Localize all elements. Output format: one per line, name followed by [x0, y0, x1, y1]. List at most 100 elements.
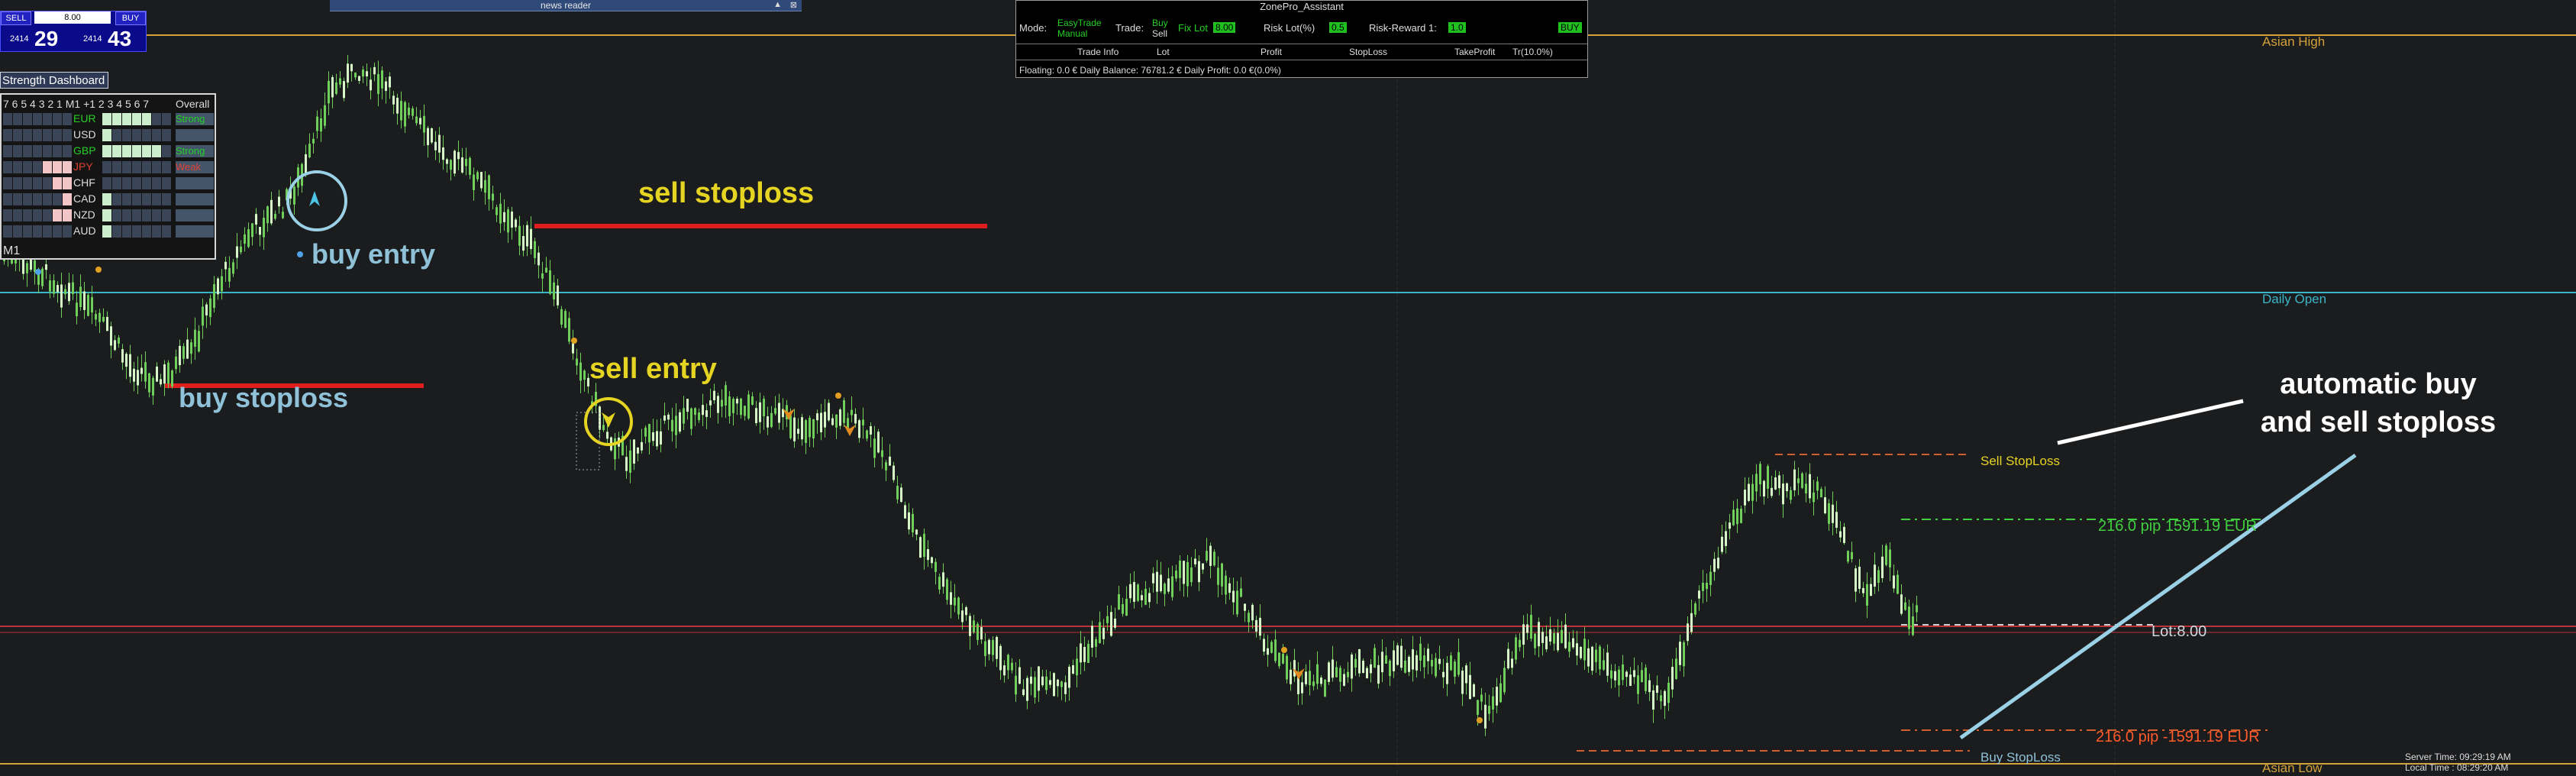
candle-body — [1416, 655, 1418, 671]
candle-body — [438, 134, 441, 153]
candle-body — [60, 284, 63, 308]
candle-body — [274, 214, 276, 219]
candle-body — [1625, 671, 1628, 677]
sell-price-digits[interactable]: 29 — [34, 27, 58, 51]
lot-size-input[interactable] — [34, 11, 111, 24]
minimize-icon[interactable]: ▲ — [773, 0, 782, 9]
candle-body — [1702, 583, 1704, 591]
execute-buy-button[interactable]: BUY — [1558, 22, 1582, 33]
candle-body — [1790, 490, 1792, 500]
candle-body — [1141, 595, 1143, 600]
buy-button[interactable]: BUY — [115, 11, 146, 25]
strength-cell — [122, 129, 131, 141]
strength-cell — [122, 177, 131, 189]
candle-body — [1511, 658, 1513, 668]
candle-body — [805, 420, 807, 443]
candle-body — [1305, 671, 1307, 684]
candle-body — [1797, 478, 1800, 483]
trade-buy[interactable]: Buy — [1152, 18, 1168, 28]
candle-body — [221, 276, 223, 292]
buy-entry-label: buy entry — [312, 238, 436, 270]
strength-cell — [102, 209, 111, 221]
candle-body — [1393, 650, 1395, 671]
strength-cell — [53, 129, 62, 141]
strength-cell — [3, 225, 12, 238]
candle-body — [1102, 627, 1105, 639]
candle-body — [1614, 671, 1616, 681]
candle-body — [759, 402, 761, 422]
candle-body — [1038, 666, 1040, 691]
candle-body — [1645, 668, 1647, 691]
candle-body — [862, 419, 864, 425]
strength-cell — [102, 161, 111, 173]
candle-body — [1484, 704, 1487, 729]
strength-cell — [23, 161, 32, 173]
candle-body — [1709, 571, 1712, 585]
overall-header: Overall — [176, 98, 210, 110]
candle-body — [1904, 602, 1906, 610]
candle-body — [908, 512, 910, 530]
candle-body — [454, 150, 456, 174]
fix-lot-input[interactable]: 8.00 — [1213, 22, 1236, 33]
candle-body — [1782, 483, 1784, 505]
close-icon[interactable]: ⊠ — [790, 0, 797, 10]
candle-body — [633, 439, 635, 464]
price-chart[interactable] — [0, 0, 2576, 774]
currency-row: USD — [2, 128, 215, 143]
strength-cell — [142, 225, 151, 238]
trade-sell[interactable]: Sell — [1152, 28, 1167, 39]
strength-cell — [43, 145, 52, 157]
candle-body — [663, 415, 666, 421]
strength-cell — [63, 161, 72, 173]
lot-size-label[interactable]: Lot:8.00 — [2152, 623, 2206, 641]
sell-stoploss-level-label[interactable]: Sell StopLoss — [1980, 454, 2060, 469]
news-reader-title: news reader — [540, 0, 592, 11]
candle-body — [129, 354, 131, 377]
mode-easytrade[interactable]: EasyTrade — [1057, 18, 1102, 28]
sell-button[interactable]: SELL — [1, 11, 31, 25]
strength-dashboard-title[interactable]: Strength Dashboard — [0, 72, 108, 89]
fix-lot-label: Fix Lot — [1178, 22, 1209, 34]
candle-body — [1908, 606, 1910, 629]
candle-body — [1354, 658, 1357, 668]
candle-body — [1813, 492, 1815, 503]
stoploss-col: StopLoss — [1349, 47, 1388, 57]
risk-lot-input[interactable]: 0.5 — [1329, 22, 1347, 33]
candle-body — [1156, 571, 1158, 592]
candle-body — [49, 280, 51, 292]
strength-cell — [63, 225, 72, 238]
candle-body — [1694, 603, 1696, 615]
candle-body — [1774, 477, 1777, 490]
candle-body — [660, 431, 662, 445]
candle-body — [889, 456, 891, 466]
candle-body — [1351, 654, 1353, 679]
candle-body — [683, 408, 685, 424]
strength-cell — [13, 193, 22, 205]
candle-body — [625, 457, 628, 471]
candle-body — [1515, 637, 1517, 660]
candle-body — [1725, 531, 1727, 546]
candle-body — [324, 105, 326, 126]
candle-body — [45, 264, 47, 270]
candle-body — [476, 172, 479, 179]
candle-body — [408, 107, 410, 115]
candle-body — [854, 414, 857, 424]
strength-cell — [142, 129, 151, 141]
candle-body — [1179, 560, 1181, 578]
candle-body — [1713, 558, 1716, 572]
candle-body — [87, 295, 89, 316]
mode-manual[interactable]: Manual — [1057, 28, 1087, 39]
candle-body — [431, 128, 433, 143]
buy-stoploss-level-label[interactable]: Buy StopLoss — [1980, 750, 2061, 765]
buy-price-digits[interactable]: 43 — [108, 27, 131, 51]
candle-body — [461, 157, 463, 173]
candle-body — [392, 95, 395, 105]
candle-body — [1835, 512, 1838, 529]
risk-reward-input[interactable]: 1.0 — [1448, 22, 1466, 33]
news-reader-bar[interactable]: news reader ▲ ⊠ — [330, 0, 802, 11]
candle-body — [251, 223, 253, 238]
strength-cell — [152, 225, 161, 238]
candle-body — [1034, 677, 1036, 698]
take-profit-label: 216.0 pip 1591.19 EUR — [2098, 518, 2257, 535]
candle-body — [1534, 633, 1536, 648]
